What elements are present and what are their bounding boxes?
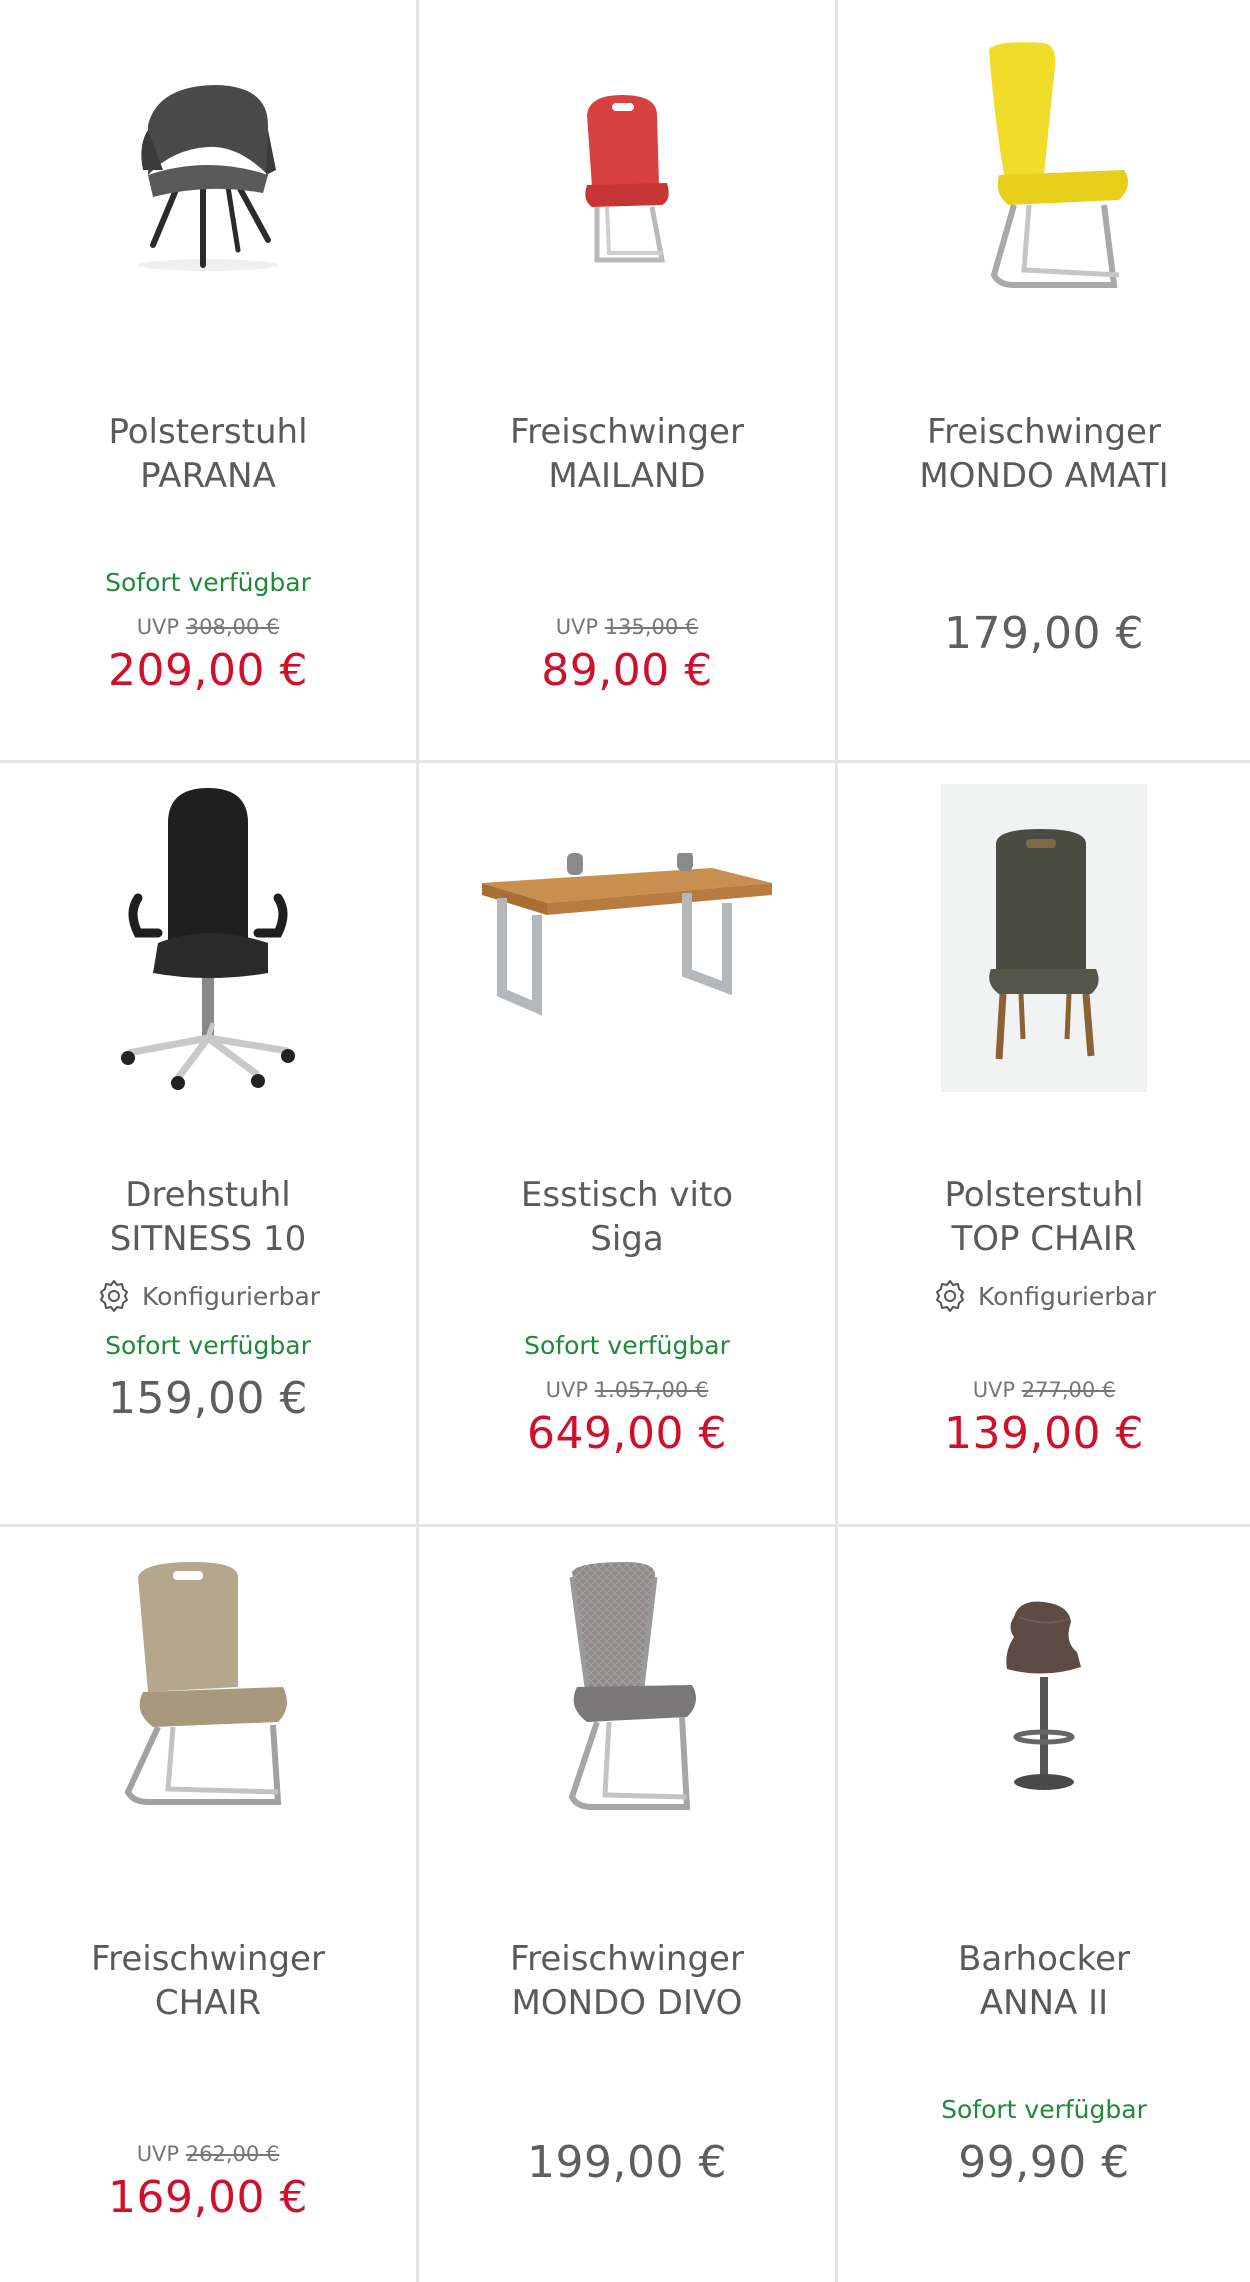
- product-title-line1[interactable]: Polsterstuhl: [10, 410, 406, 454]
- product-image[interactable]: [419, 20, 835, 330]
- product-title-line1[interactable]: Freischwinger: [10, 1937, 406, 1981]
- uvp-label: UVP: [136, 615, 180, 639]
- uvp-label: UVP: [136, 2142, 180, 2166]
- product-title-line2[interactable]: Siga: [429, 1217, 825, 1261]
- product-title[interactable]: Esstisch vito Siga: [429, 1173, 825, 1261]
- configurable-label: Konfigurierbar: [977, 1281, 1157, 1311]
- product-title-line1[interactable]: Freischwinger: [429, 410, 825, 454]
- uvp-label: UVP: [972, 1378, 1016, 1402]
- product-card-chair[interactable]: Freischwinger CHAIR UVP 262,00 € 169,00 …: [0, 1527, 419, 2282]
- regular-price: 159,00 €: [108, 1373, 308, 1424]
- product-title-line2[interactable]: TOP CHAIR: [848, 1217, 1240, 1261]
- configurable-badge[interactable]: Konfigurierbar: [838, 1278, 1250, 1314]
- sale-price: 169,00 €: [108, 2172, 308, 2223]
- product-card-mondo-divo[interactable]: Freischwinger MONDO DIVO 199,00 €: [419, 1527, 838, 2282]
- product-card-sitness-10[interactable]: Drehstuhl SITNESS 10 Konfigurierbar Sofo…: [0, 763, 419, 1527]
- availability-label: Sofort verfügbar: [105, 1331, 311, 1360]
- upholstered-chair-olive-image: [941, 784, 1147, 1092]
- uvp-old-price: 1.057,00 €: [594, 1378, 709, 1402]
- product-image[interactable]: [0, 783, 416, 1093]
- product-title-line2[interactable]: MONDO AMATI: [848, 454, 1240, 498]
- product-title[interactable]: Freischwinger MONDO DIVO: [429, 1937, 825, 2025]
- product-title-line2[interactable]: MAILAND: [429, 454, 825, 498]
- availability-label: Sofort verfügbar: [105, 568, 311, 597]
- product-title[interactable]: Freischwinger CHAIR: [10, 1937, 406, 2025]
- sale-price: 89,00 €: [541, 645, 713, 696]
- product-image[interactable]: [838, 1547, 1250, 1857]
- product-card-top-chair[interactable]: Polsterstuhl TOP CHAIR Konfigurierbar UV…: [838, 763, 1250, 1527]
- product-title-line2[interactable]: PARANA: [10, 454, 406, 498]
- regular-price: 199,00 €: [527, 2137, 727, 2188]
- sale-price: 649,00 €: [527, 1408, 727, 1459]
- product-image[interactable]: [419, 1547, 835, 1857]
- product-card-anna-ii[interactable]: Barhocker ANNA II Sofort verfügbar 99,90…: [838, 1527, 1250, 2282]
- cantilever-chair-grey-mesh-image: [568, 1562, 696, 1810]
- uvp-label: UVP: [555, 615, 599, 639]
- product-card-esstisch-vito-siga[interactable]: Esstisch vito Siga Sofort verfügbar UVP …: [419, 763, 838, 1527]
- product-title-line1[interactable]: Freischwinger: [848, 410, 1240, 454]
- cantilever-chair-red-image: [585, 95, 669, 263]
- product-image[interactable]: [838, 20, 1250, 330]
- product-image[interactable]: [0, 20, 416, 330]
- product-image[interactable]: [0, 1547, 416, 1857]
- product-title-line1[interactable]: Barhocker: [848, 1937, 1240, 1981]
- uvp-price: UVP 1.057,00 €: [419, 1378, 835, 1402]
- uvp-price: UVP 135,00 €: [419, 615, 835, 639]
- uvp-label: UVP: [545, 1378, 589, 1402]
- product-title[interactable]: Barhocker ANNA II: [848, 1937, 1240, 2025]
- product-card-parana[interactable]: Polsterstuhl PARANA Sofort verfügbar UVP…: [0, 0, 419, 763]
- product-image[interactable]: [838, 783, 1250, 1093]
- gear-icon: [99, 1280, 128, 1312]
- product-title[interactable]: Freischwinger MONDO AMATI: [848, 410, 1240, 498]
- uvp-old-price: 262,00 €: [185, 2142, 280, 2166]
- product-title-line2[interactable]: CHAIR: [10, 1981, 406, 2025]
- regular-price: 99,90 €: [958, 2137, 1130, 2188]
- product-title-line1[interactable]: Drehstuhl: [10, 1173, 406, 1217]
- uvp-old-price: 308,00 €: [185, 615, 280, 639]
- configurable-label: Konfigurierbar: [141, 1281, 321, 1311]
- product-card-mailand[interactable]: Freischwinger MAILAND UVP 135,00 € 89,00…: [419, 0, 838, 763]
- product-title[interactable]: Drehstuhl SITNESS 10: [10, 1173, 406, 1261]
- uvp-price: UVP 262,00 €: [0, 2142, 416, 2166]
- product-title-line2[interactable]: ANNA II: [848, 1981, 1240, 2025]
- product-title-line2[interactable]: SITNESS 10: [10, 1217, 406, 1261]
- gear-icon: [935, 1280, 964, 1312]
- product-card-mondo-amati[interactable]: Freischwinger MONDO AMATI 179,00 €: [838, 0, 1250, 763]
- product-title-line1[interactable]: Freischwinger: [429, 1937, 825, 1981]
- product-image[interactable]: [419, 783, 835, 1093]
- configurable-badge[interactable]: Konfigurierbar: [0, 1278, 416, 1314]
- availability-label: Sofort verfügbar: [524, 1331, 730, 1360]
- uvp-price: UVP 308,00 €: [0, 615, 416, 639]
- product-title-line1[interactable]: Esstisch vito: [429, 1173, 825, 1217]
- product-title[interactable]: Polsterstuhl TOP CHAIR: [848, 1173, 1240, 1261]
- product-grid: Polsterstuhl PARANA Sofort verfügbar UVP…: [0, 0, 1250, 2282]
- product-title-line2[interactable]: MONDO DIVO: [429, 1981, 825, 2025]
- availability-label: Sofort verfügbar: [941, 2095, 1147, 2124]
- uvp-old-price: 135,00 €: [604, 615, 699, 639]
- uvp-price: UVP 277,00 €: [838, 1378, 1250, 1402]
- uvp-old-price: 277,00 €: [1021, 1378, 1116, 1402]
- product-title[interactable]: Polsterstuhl PARANA: [10, 410, 406, 498]
- office-chair-black-image: [121, 788, 295, 1090]
- armchair-dark-grey-image: [138, 85, 278, 271]
- regular-price: 179,00 €: [944, 608, 1144, 659]
- dining-table-wood-image: [482, 853, 772, 1016]
- cantilever-chair-beige-image: [124, 1562, 287, 1805]
- cantilever-chair-yellow-image: [989, 42, 1128, 288]
- product-title-line1[interactable]: Polsterstuhl: [848, 1173, 1240, 1217]
- bar-stool-brown-image: [1006, 1601, 1081, 1790]
- product-title[interactable]: Freischwinger MAILAND: [429, 410, 825, 498]
- sale-price: 139,00 €: [944, 1408, 1144, 1459]
- sale-price: 209,00 €: [108, 645, 308, 696]
